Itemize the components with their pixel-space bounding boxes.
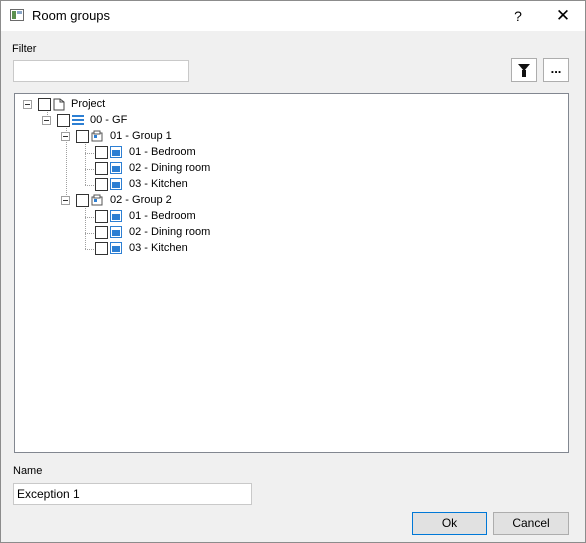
tree-connector <box>85 142 86 185</box>
tree-node-label: 02 - Group 2 <box>110 194 172 206</box>
tree-connector <box>85 233 94 234</box>
filter-input[interactable] <box>13 60 189 82</box>
tree-node-label: 01 - Bedroom <box>129 146 196 158</box>
tree-connector <box>85 206 86 249</box>
room-icon <box>110 146 122 158</box>
room-group-icon <box>91 130 103 142</box>
close-button[interactable]: ✕ <box>549 1 577 31</box>
tree-node-label: 01 - Bedroom <box>129 210 196 222</box>
name-label: Name <box>13 465 43 477</box>
collapse-toggle[interactable] <box>61 196 70 205</box>
room-groups-dialog: Room groups ? ✕ Filter ... Project 00 - … <box>0 0 586 543</box>
name-input[interactable] <box>13 483 252 505</box>
tree-checkbox[interactable] <box>95 242 108 255</box>
room-group-icon <box>91 194 103 206</box>
tree-checkbox[interactable] <box>95 146 108 159</box>
floor-list-icon <box>72 114 84 126</box>
room-tree[interactable]: Project 00 - GF 01 - Group 1 01 - Bedroo… <box>14 93 569 453</box>
tree-node-label: Project <box>71 98 106 110</box>
tree-connector <box>85 249 94 250</box>
tree-checkbox[interactable] <box>76 130 89 143</box>
tree-checkbox[interactable] <box>95 210 108 223</box>
tree-checkbox[interactable] <box>57 114 70 127</box>
tree-connector <box>85 153 94 154</box>
room-icon <box>110 226 122 238</box>
tree-node-label: 03 - Kitchen <box>129 178 188 190</box>
tree-checkbox[interactable] <box>95 162 108 175</box>
tree-checkbox[interactable] <box>95 226 108 239</box>
room-icon <box>110 178 122 190</box>
tree-checkbox[interactable] <box>95 178 108 191</box>
filter-label: Filter <box>12 43 37 55</box>
room-icon <box>110 210 122 222</box>
tree-connector <box>85 185 94 186</box>
project-icon <box>53 98 65 111</box>
collapse-toggle[interactable] <box>23 100 32 109</box>
filter-button[interactable] <box>511 58 537 82</box>
tree-checkbox[interactable] <box>76 194 89 207</box>
help-button[interactable]: ? <box>506 1 530 31</box>
tree-node-label: 03 - Kitchen <box>129 242 188 254</box>
tree-checkbox[interactable] <box>38 98 51 111</box>
tree-node-label: 00 - GF <box>90 114 128 126</box>
app-icon <box>10 9 24 21</box>
cancel-button[interactable]: Cancel <box>493 512 569 535</box>
room-icon <box>110 242 122 254</box>
title-bar: Room groups ? ✕ <box>1 1 585 31</box>
room-icon <box>110 162 122 174</box>
tree-node-label: 02 - Dining room <box>129 226 211 238</box>
tree-connector <box>85 169 94 170</box>
collapse-toggle[interactable] <box>42 116 51 125</box>
tree-node-label: 01 - Group 1 <box>110 130 172 142</box>
tree-connector <box>85 217 94 218</box>
window-title: Room groups <box>32 8 111 23</box>
more-options-button[interactable]: ... <box>543 58 569 82</box>
ok-button[interactable]: Ok <box>412 512 487 535</box>
collapse-toggle[interactable] <box>61 132 70 141</box>
more-options-label: ... <box>550 61 562 76</box>
tree-node-label: 02 - Dining room <box>129 162 211 174</box>
